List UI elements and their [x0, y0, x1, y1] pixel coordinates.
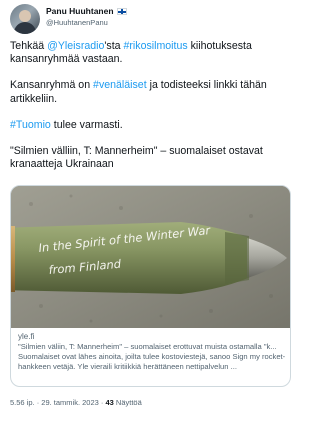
- name-row: Panu Huuhtanen: [46, 6, 127, 16]
- card-description: Suomalaiset ovat lähes ainoita, joilta t…: [18, 352, 286, 371]
- card-image[interactable]: In the Spirit of the Winter War from Fin…: [11, 186, 290, 328]
- tweet-time[interactable]: 5.56 ip.: [10, 398, 35, 407]
- mention-link[interactable]: @Yleisradio: [47, 40, 104, 52]
- link-preview-card[interactable]: In the Spirit of the Winter War from Fin…: [10, 185, 291, 387]
- text-segment: Tehkää: [10, 40, 48, 52]
- tweet-date[interactable]: 29. tammik. 2023: [41, 398, 99, 407]
- hashtag-link[interactable]: #venäläiset: [93, 79, 147, 91]
- tweet-footer: 5.56 ip. · 29. tammik. 2023 · 43 Näyttöä: [10, 398, 142, 407]
- text-segment: Kansanryhmä on: [10, 79, 94, 92]
- tweet-paragraph-4: "Silmien välliin, T: Mannerheim" – suoma…: [10, 145, 263, 171]
- card-domain: yle.fi: [18, 332, 35, 341]
- author-handle[interactable]: @HuuhtanenPanu: [46, 18, 108, 27]
- tweet: Panu Huuhtanen @HuuhtanenPanu Tehkää @Yl…: [0, 0, 301, 421]
- tweet-header: Panu Huuhtanen @HuuhtanenPanu: [10, 4, 291, 38]
- tweet-paragraph-1: Tehkää @Yleisradio'sta #rikosilmoitus ki…: [10, 40, 294, 66]
- avatar[interactable]: [10, 4, 40, 34]
- card-meta: yle.fi "Silmien väliin, T: Mannerheim" –…: [18, 332, 286, 372]
- card-title[interactable]: "Silmien väliin, T: Mannerheim" – suomal…: [18, 342, 286, 352]
- tweet-paragraph-2: Kansanryhmä on #venäläiset ja todisteeks…: [10, 79, 294, 105]
- tweet-paragraph-3: #Tuomio tulee varmasti.: [10, 119, 294, 132]
- author-display-name[interactable]: Panu Huuhtanen: [46, 6, 114, 16]
- hashtag-link[interactable]: #rikosilmoitus: [124, 40, 188, 52]
- artillery-shell-image: In the Spirit of the Winter War from Fin…: [11, 186, 290, 328]
- hashtag-link[interactable]: #Tuomio: [10, 119, 51, 131]
- views-label: Näyttöä: [113, 398, 142, 407]
- tweet-text: Tehkää @Yleisradio'sta #rikosilmoitus ki…: [10, 40, 294, 171]
- text-segment: 'sta: [104, 40, 124, 52]
- text-segment: tulee varmasti.: [50, 118, 123, 131]
- views-count[interactable]: 43: [105, 398, 113, 407]
- finland-flag-icon: [116, 7, 127, 15]
